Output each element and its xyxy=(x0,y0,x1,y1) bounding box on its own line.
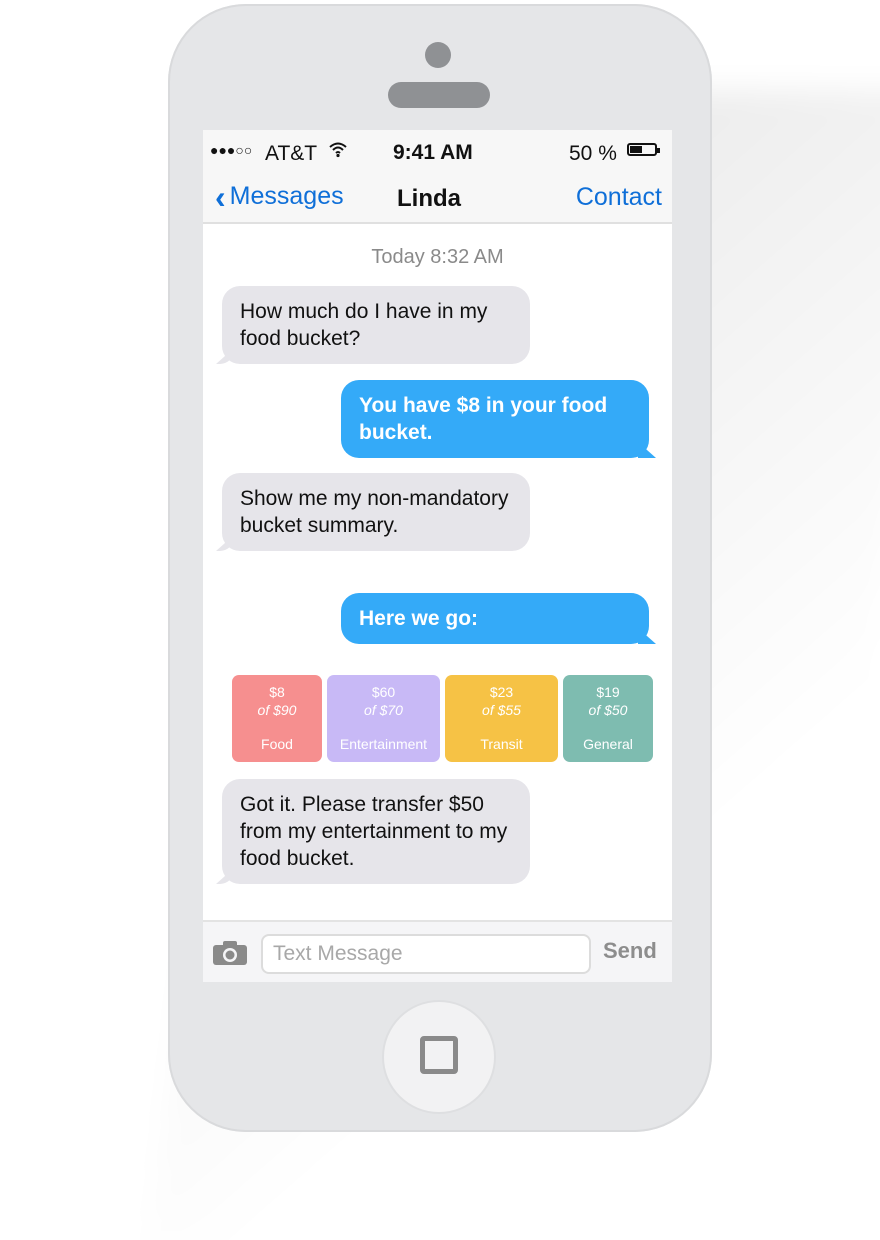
bucket-amount: $23 xyxy=(489,684,514,700)
camera-icon[interactable] xyxy=(212,940,248,966)
wifi-icon xyxy=(329,142,347,163)
message-input[interactable]: Text Message xyxy=(261,934,591,974)
incoming-message: How much do I have in my food bucket? xyxy=(222,286,530,364)
bucket-tile-transit[interactable]: $23 of $55 Transit xyxy=(445,675,558,762)
bucket-tile-entertainment[interactable]: $60 of $70 Entertainment xyxy=(327,675,440,762)
front-camera xyxy=(425,42,451,68)
home-square-icon xyxy=(420,1036,458,1074)
chevron-left-icon: ‹ xyxy=(215,178,226,215)
incoming-message: Show me my non-mandatory bucket summary. xyxy=(222,473,530,551)
send-button[interactable]: Send xyxy=(603,938,657,964)
battery-fill xyxy=(630,146,642,153)
bucket-tile-food[interactable]: $8 of $90 Food xyxy=(232,675,322,762)
incoming-message: Got it. Please transfer $50 from my ente… xyxy=(222,779,530,884)
navigation-bar: ‹ Messages Linda Contact xyxy=(203,174,672,224)
bucket-total: of $70 xyxy=(364,702,403,718)
phone-screen: ●●●○○ AT&T 9:41 AM 50 % ‹ Messages Linda… xyxy=(203,130,672,982)
bucket-amount: $19 xyxy=(596,684,620,700)
message-timestamp: Today 8:32 AM xyxy=(371,246,504,268)
bucket-total: of $90 xyxy=(257,702,297,718)
bucket-total: of $50 xyxy=(588,702,628,718)
bucket-name: Transit xyxy=(480,736,523,752)
bucket-name: Food xyxy=(261,736,293,752)
outgoing-message: You have $8 in your food bucket. xyxy=(341,380,649,458)
bucket-tile-general[interactable]: $19 of $50 General xyxy=(563,675,653,762)
back-button[interactable]: ‹ Messages xyxy=(215,178,344,215)
contact-button[interactable]: Contact xyxy=(576,183,662,212)
bucket-name: Entertainment xyxy=(339,736,428,752)
status-bar: ●●●○○ AT&T 9:41 AM 50 % xyxy=(203,130,672,174)
bucket-amount: $8 xyxy=(269,684,285,700)
conversation-title: Linda xyxy=(397,185,461,212)
battery-percent: 50 % xyxy=(569,142,617,165)
battery-icon xyxy=(627,143,660,156)
bucket-name: General xyxy=(583,736,633,752)
carrier-name: AT&T xyxy=(265,142,318,165)
earpiece-speaker xyxy=(388,82,490,108)
back-label: Messages xyxy=(229,182,344,210)
signal-strength-icon: ●●●○○ xyxy=(210,142,253,158)
message-composer: Text Message Send xyxy=(203,920,672,982)
bucket-total: of $55 xyxy=(482,702,521,718)
status-time: 9:41 AM xyxy=(393,141,473,164)
bucket-amount: $60 xyxy=(371,684,396,700)
outgoing-message: Here we go: xyxy=(341,593,649,644)
